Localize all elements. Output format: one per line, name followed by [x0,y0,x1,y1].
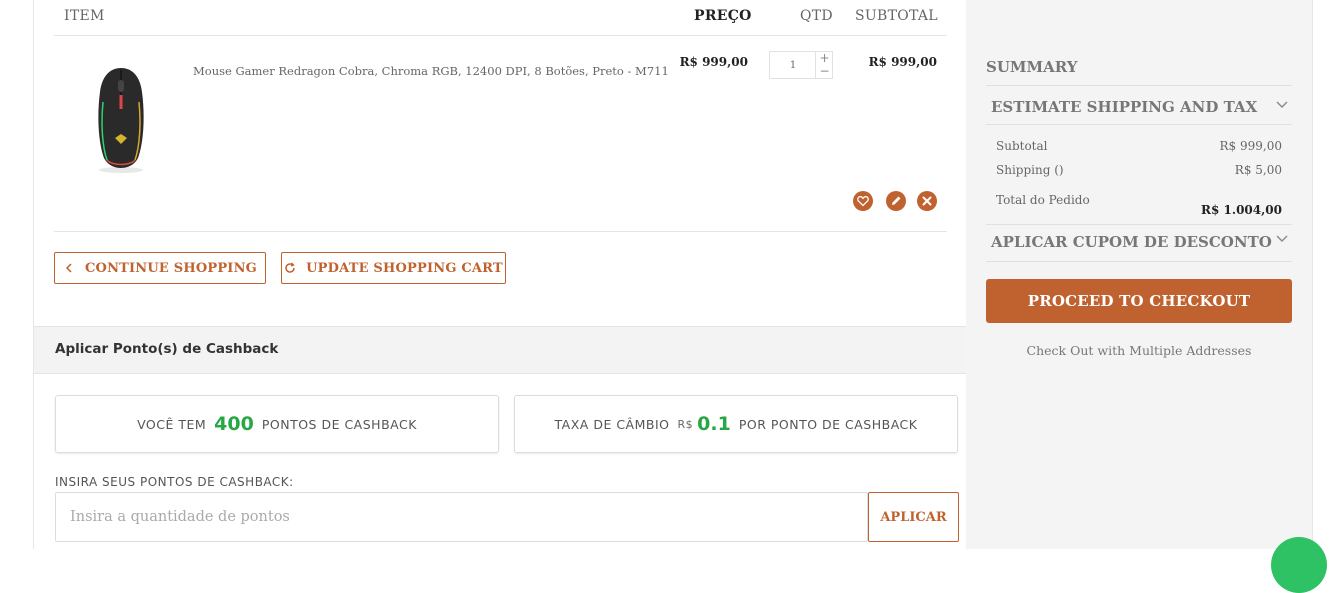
cart-main: ITEM PREÇO QTD SUBTOTAL Mouse Gamer Redr… [33,0,967,549]
rate-value: 0.1 [697,413,731,435]
shipping-value: R$ 5,00 [1234,163,1282,177]
product-price: R$ 999,00 [679,55,748,69]
update-cart-label: UPDATE SHOPPING CART [306,260,503,276]
estimate-shipping-toggle[interactable]: ESTIMATE SHIPPING AND TAX [991,98,1257,116]
cashback-points-input[interactable] [55,492,868,542]
rate-prefix: TAXA DE CÂMBIO [554,416,670,432]
proceed-to-checkout-button[interactable]: PROCEED TO CHECKOUT [986,279,1292,323]
cashback-points-card: VOCÊ TEM 400 PONTOS DE CASHBACK [55,395,499,453]
shipping-label: Shipping () [996,163,1064,177]
product-image[interactable] [82,62,160,174]
cashback-rate-card: TAXA DE CÂMBIO R$ 0.1 POR PONTO DE CASHB… [514,395,958,453]
points-suffix: PONTOS DE CASHBACK [261,416,417,432]
subtotal-value: R$ 999,00 [1219,139,1282,153]
cashback-input-label: INSIRA SEUS PONTOS DE CASHBACK: [55,475,294,489]
continue-shopping-button[interactable]: CONTINUE SHOPPING [54,252,266,284]
header-item: ITEM [64,8,105,24]
order-summary-panel: SUMMARY ESTIMATE SHIPPING AND TAX Subtot… [966,0,1312,549]
product-subtotal: R$ 999,00 [868,55,937,69]
summary-divider [986,124,1292,125]
chevron-left-icon [65,263,72,273]
rate-suffix: POR PONTO DE CASHBACK [738,416,918,432]
update-cart-button[interactable]: UPDATE SHOPPING CART [281,252,506,284]
summary-divider [986,261,1292,262]
summary-subtotal-row: Subtotal R$ 999,00 [996,139,1282,153]
multiple-addresses-link[interactable]: Check Out with Multiple Addresses [986,343,1292,358]
chat-widget-icon[interactable] [1271,537,1327,593]
row-divider [54,231,947,232]
quantity-input[interactable] [770,52,816,78]
summary-shipping-row: Shipping () R$ 5,00 [996,163,1282,177]
chevron-down-icon[interactable] [1276,101,1288,109]
header-qty: QTD [800,8,833,24]
quantity-decrease-button[interactable]: − [816,65,833,78]
refresh-icon [285,262,295,273]
discount-coupon-toggle[interactable]: APLICAR CUPOM DE DESCONTO [991,233,1272,251]
cashback-title: Aplicar Ponto(s) de Cashback [55,341,279,357]
pencil-icon[interactable] [886,191,906,211]
summary-title: SUMMARY [986,58,1078,76]
rate-currency: R$ [677,417,694,431]
summary-divider [986,85,1292,86]
close-icon[interactable] [917,191,937,211]
header-price: PREÇO [694,8,752,24]
points-prefix: VOCÊ TEM [137,416,207,432]
page-border [1312,0,1313,549]
header-divider [54,35,947,36]
continue-shopping-label: CONTINUE SHOPPING [85,260,257,276]
quantity-stepper: + − [769,51,833,79]
heart-icon[interactable] [853,191,873,211]
apply-cashback-button[interactable]: APLICAR [868,492,959,542]
cashback-header: Aplicar Ponto(s) de Cashback [34,326,967,374]
total-label: Total do Pedido [996,193,1090,207]
summary-divider [986,224,1292,225]
points-value: 400 [214,413,254,435]
chevron-down-icon[interactable] [1276,235,1288,243]
total-value: R$ 1.004,00 [1201,203,1282,217]
subtotal-label: Subtotal [996,139,1048,153]
product-name[interactable]: Mouse Gamer Redragon Cobra, Chroma RGB, … [193,64,669,78]
header-subtotal: SUBTOTAL [855,8,938,24]
